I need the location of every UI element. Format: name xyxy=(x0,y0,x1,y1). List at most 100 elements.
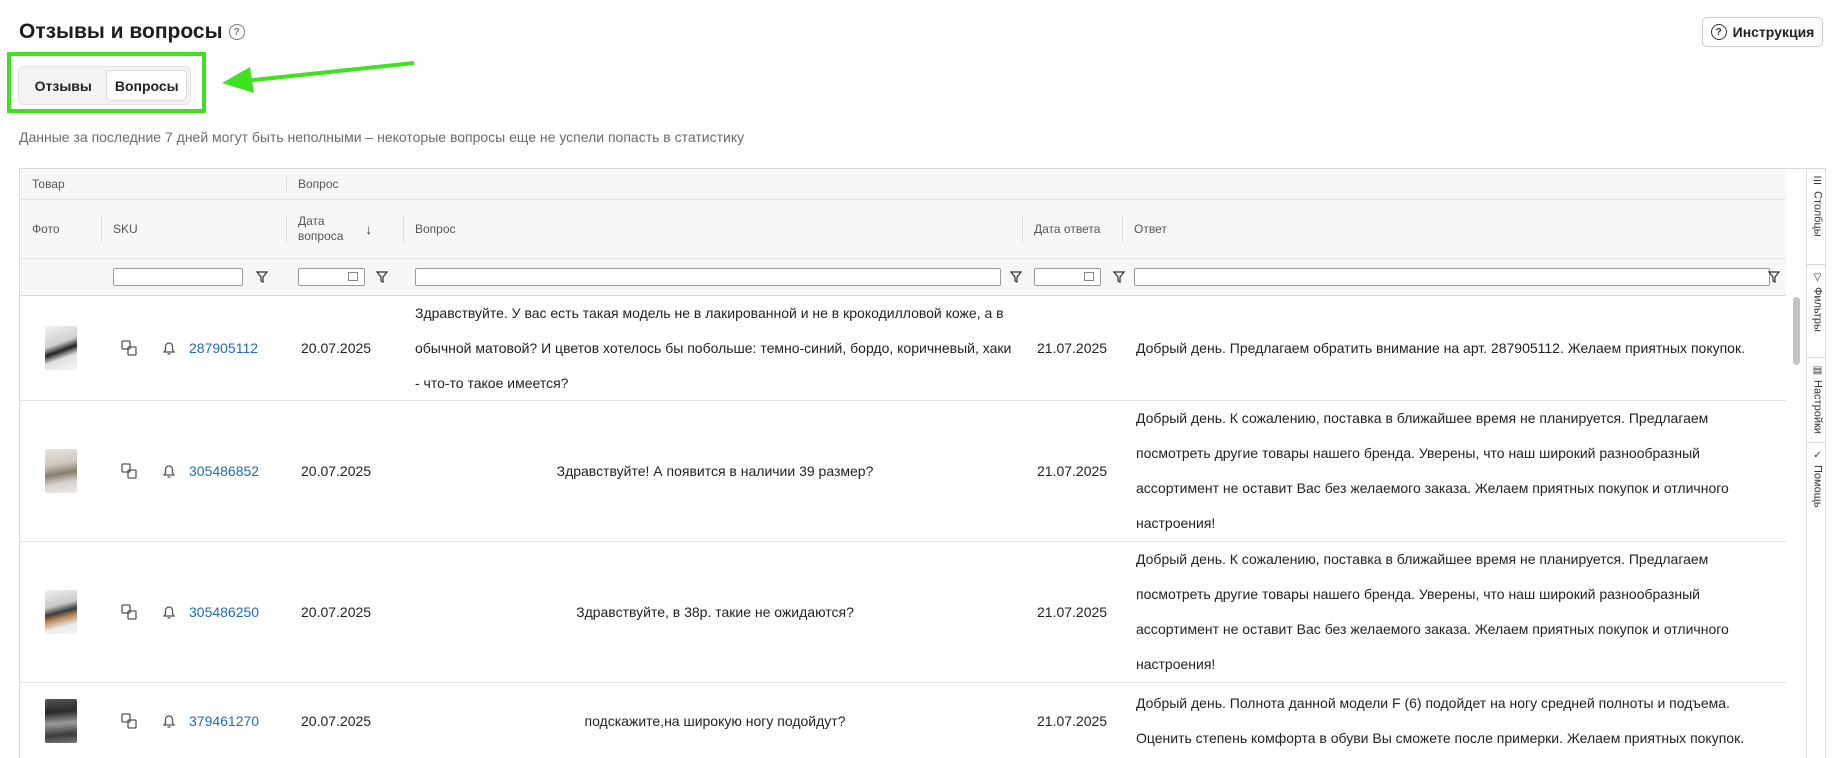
answer-text-line: Оценить степень комфорта в обуви Вы смож… xyxy=(1136,730,1745,746)
side-tab-label: Помощь xyxy=(1811,465,1824,508)
copy-icon[interactable] xyxy=(120,339,138,357)
copy-icon[interactable] xyxy=(120,462,138,480)
instruction-label: Инструкция xyxy=(1732,24,1815,40)
filter-icon[interactable] xyxy=(256,271,268,283)
answer-text-line: ассортимент не оставит Вас без желаемого… xyxy=(1136,480,1729,496)
sku-link[interactable]: 305486250 xyxy=(189,542,259,682)
settings-icon: ▤ xyxy=(1812,365,1823,376)
col-photo[interactable]: Фото xyxy=(32,200,60,258)
col-question-date[interactable]: Дата вопроса ↓ xyxy=(298,200,372,258)
answer-cell: Добрый день. К сожалению, поставка в бли… xyxy=(1136,542,1729,682)
filter-icon[interactable] xyxy=(1768,271,1780,283)
product-photo[interactable] xyxy=(45,449,77,493)
group-product: Товар xyxy=(32,177,65,191)
page-title-text: Отзывы и вопросы xyxy=(19,20,223,43)
vertical-scrollbar[interactable] xyxy=(1793,297,1800,365)
copy-icon[interactable] xyxy=(120,603,138,621)
answer-text-line: Добрый день. Предлагаем обратить внимани… xyxy=(1136,339,1745,356)
bell-icon[interactable] xyxy=(160,339,178,357)
question-filter-input[interactable] xyxy=(415,268,1001,286)
annotation-arrow-icon xyxy=(222,61,415,93)
check-icon: ✓ xyxy=(1813,450,1822,461)
bell-icon[interactable] xyxy=(160,712,178,730)
answer-text-line: посмотреть другие товары нашего бренда. … xyxy=(1136,445,1700,461)
answer-date: 21.07.2025 xyxy=(1037,463,1108,479)
column-header-row: Фото SKU Дата вопроса ↓ Вопрос Дата отве… xyxy=(20,200,1786,259)
filter-icon[interactable] xyxy=(376,271,388,283)
answer-text-line: Добрый день. Полнота данной модели F (6)… xyxy=(1136,695,1730,711)
columns-icon: ☰ xyxy=(1813,176,1822,187)
answer-text-line: посмотреть другие товары нашего бренда. … xyxy=(1136,586,1700,602)
filter-icon[interactable] xyxy=(1010,271,1022,283)
instruction-button[interactable]: ? Инструкция xyxy=(1702,17,1823,47)
filter-row xyxy=(20,259,1786,296)
answer-cell: Добрый день. Предлагаем обратить внимани… xyxy=(1136,296,1745,400)
answer-date: 21.07.2025 xyxy=(1037,604,1108,620)
data-notice: Данные за последние 7 дней могут быть не… xyxy=(19,129,745,145)
page-title: Отзывы и вопросы ? xyxy=(19,20,245,44)
bell-icon[interactable] xyxy=(160,603,178,621)
help-icon[interactable]: ? xyxy=(228,24,245,40)
col-answer-date[interactable]: Дата ответа xyxy=(1034,200,1100,258)
answer-date: 21.07.2025 xyxy=(1037,713,1108,729)
side-tab-label: Настройки xyxy=(1811,380,1824,434)
answer-cell: Добрый день. К сожалению, поставка в бли… xyxy=(1136,401,1729,541)
question-date: 20.07.2025 xyxy=(301,340,372,356)
question-circle-icon: ? xyxy=(1710,24,1727,40)
question-text: Здравствуйте! А появится в наличии 39 ра… xyxy=(556,463,874,479)
side-panel: ☰ Столбцы ▽ Фильтры ▤ Настройки ✓ Помощь xyxy=(1806,169,1825,758)
question-text: Здравствуйте, в 38р. такие не ожидаются? xyxy=(576,604,854,620)
side-tab-label: Фильтры xyxy=(1811,287,1824,332)
group-header-row: Товар Вопрос xyxy=(20,169,1786,200)
question-text-line: - что-то такое имеется? xyxy=(415,374,569,391)
col-question[interactable]: Вопрос xyxy=(415,200,456,258)
tabs-segmented-control: Отзывы Вопросы xyxy=(18,66,191,105)
answer-text-line: ассортимент не оставит Вас без желаемого… xyxy=(1136,621,1729,637)
question-text-line: Здравствуйте. У вас есть такая модель не… xyxy=(415,304,1004,321)
sku-link[interactable]: 379461270 xyxy=(189,683,259,758)
question-cell: Здравствуйте. У вас есть такая модель не… xyxy=(415,296,1015,400)
question-date-filter-input[interactable] xyxy=(298,268,365,286)
question-text: подскажите,на широкую ногу подойдут? xyxy=(584,713,846,729)
bell-icon[interactable] xyxy=(160,462,178,480)
table-row[interactable]: 305486250 20.07.2025 Здравствуйте, в 38р… xyxy=(20,542,1786,683)
group-question: Вопрос xyxy=(298,177,339,191)
product-photo[interactable] xyxy=(45,590,77,634)
tab-reviews[interactable]: Отзывы xyxy=(22,70,104,101)
side-tab-label: Столбцы xyxy=(1811,191,1824,237)
side-tab-columns[interactable]: ☰ Столбцы xyxy=(1807,169,1825,265)
table-row[interactable]: 287905112 20.07.2025 Здравствуйте. У вас… xyxy=(20,296,1786,401)
table-row[interactable]: 305486852 20.07.2025 Здравствуйте! А поя… xyxy=(20,401,1786,542)
calendar-icon[interactable] xyxy=(348,272,358,281)
question-date: 20.07.2025 xyxy=(301,604,372,620)
copy-icon[interactable] xyxy=(120,712,138,730)
answer-text-line: Добрый день. К сожалению, поставка в бли… xyxy=(1136,410,1709,426)
answer-text-line: Добрый день. К сожалению, поставка в бли… xyxy=(1136,551,1709,567)
sku-link[interactable]: 305486852 xyxy=(189,401,259,541)
answer-text-line: настроения! xyxy=(1136,515,1216,531)
answer-filter-input[interactable] xyxy=(1134,268,1770,286)
product-photo[interactable] xyxy=(45,699,77,743)
side-tab-settings[interactable]: ▤ Настройки xyxy=(1807,358,1825,443)
col-answer[interactable]: Ответ xyxy=(1134,200,1167,258)
calendar-icon[interactable] xyxy=(1084,272,1094,281)
table-row[interactable]: 379461270 20.07.2025 подскажите,на широк… xyxy=(20,683,1786,758)
question-date: 20.07.2025 xyxy=(301,463,372,479)
sku-link[interactable]: 287905112 xyxy=(189,296,258,400)
sort-desc-icon[interactable]: ↓ xyxy=(365,222,372,237)
questions-table: Товар Вопрос Фото SKU Дата вопроса ↓ Воп… xyxy=(19,168,1826,758)
question-text-line: обычной матовой? И цветов хотелось бы по… xyxy=(415,339,1012,356)
filter-icon: ▽ xyxy=(1813,272,1822,283)
side-tab-help[interactable]: ✓ Помощь xyxy=(1807,443,1825,529)
sku-filter-input[interactable] xyxy=(113,268,243,286)
answer-date-filter-input[interactable] xyxy=(1034,268,1101,286)
answer-cell: Добрый день. Полнота данной модели F (6)… xyxy=(1136,683,1744,758)
side-tab-filters[interactable]: ▽ Фильтры xyxy=(1807,265,1825,358)
col-sku[interactable]: SKU xyxy=(113,200,138,258)
answer-text-line: настроения! xyxy=(1136,656,1216,672)
tab-questions[interactable]: Вопросы xyxy=(106,70,187,101)
question-date: 20.07.2025 xyxy=(301,713,372,729)
product-photo[interactable] xyxy=(45,326,77,370)
answer-date: 21.07.2025 xyxy=(1037,340,1108,356)
filter-icon[interactable] xyxy=(1113,271,1125,283)
